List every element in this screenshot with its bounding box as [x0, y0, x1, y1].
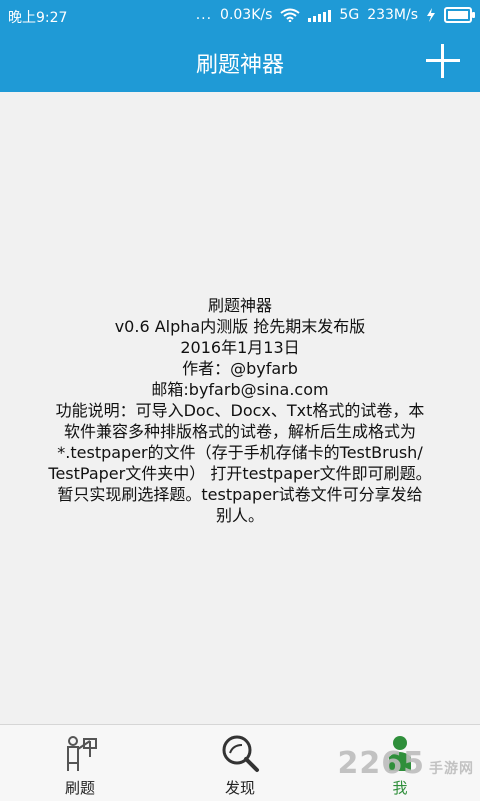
- about-line: 软件兼容多种排版格式的试卷，解析后生成格式为: [63, 422, 416, 441]
- network-speed: 0.03K/s: [220, 7, 273, 23]
- tab-label-practice: 刷题: [64, 779, 95, 797]
- app-bar: 刷题神器: [0, 32, 480, 92]
- watermark-number: 2265: [337, 746, 425, 781]
- watermark-text: 手游网: [429, 761, 474, 777]
- practice-icon: [67, 736, 97, 771]
- about-line: 2016年1月13日: [180, 338, 300, 357]
- tab-discover[interactable]: 发现: [180, 725, 300, 801]
- about-line: v0.6 Alpha内测版 抢先期末发布版: [114, 317, 366, 336]
- status-time: 晚上9:27: [8, 10, 68, 26]
- about-line: 邮箱:byfarb@sina.com: [151, 380, 329, 399]
- status-icons: ... 0.03K/s 5G 233M/s: [195, 7, 475, 23]
- more-dots: ...: [195, 7, 213, 23]
- about-line: TestPaper文件夹中） 打开testpaper文件即可刷题。: [48, 464, 432, 483]
- tab-practice[interactable]: 刷题: [20, 725, 140, 801]
- tab-label-discover: 发现: [224, 779, 255, 797]
- charging-icon: [427, 8, 435, 22]
- about-text: 刷题神器 v0.6 Alpha内测版 抢先期末发布版 2016年1月13日 作者…: [6, 295, 474, 526]
- about-line: 别人。: [215, 506, 264, 525]
- plus-icon[interactable]: [426, 44, 460, 78]
- about-line: 刷题神器: [207, 296, 272, 315]
- main-content: 刷题神器 v0.6 Alpha内测版 抢先期末发布版 2016年1月13日 作者…: [0, 92, 480, 724]
- wifi-icon: [280, 8, 301, 22]
- about-line: 作者：@byfarb: [182, 359, 298, 378]
- discover-icon: [222, 735, 259, 772]
- about-line: 暂只实现刷选择题。testpaper试卷文件可分享发给: [57, 485, 423, 504]
- site-watermark: 2265 手游网: [338, 746, 475, 781]
- page-title: 刷题神器: [195, 53, 284, 78]
- about-line: 功能说明：可导入Doc、Docx、Txt格式的试卷，本: [55, 401, 425, 420]
- about-line: *.testpaper的文件（存于手机存储卡的TestBrush/: [57, 443, 423, 462]
- signal-icon: [308, 8, 332, 22]
- battery-icon: [444, 7, 475, 23]
- status-bar: 晚上9:27 ... 0.03K/s 5G 233M/s: [0, 0, 480, 32]
- network-type: 5G: [339, 7, 360, 23]
- data-speed: 233M/s: [367, 7, 418, 23]
